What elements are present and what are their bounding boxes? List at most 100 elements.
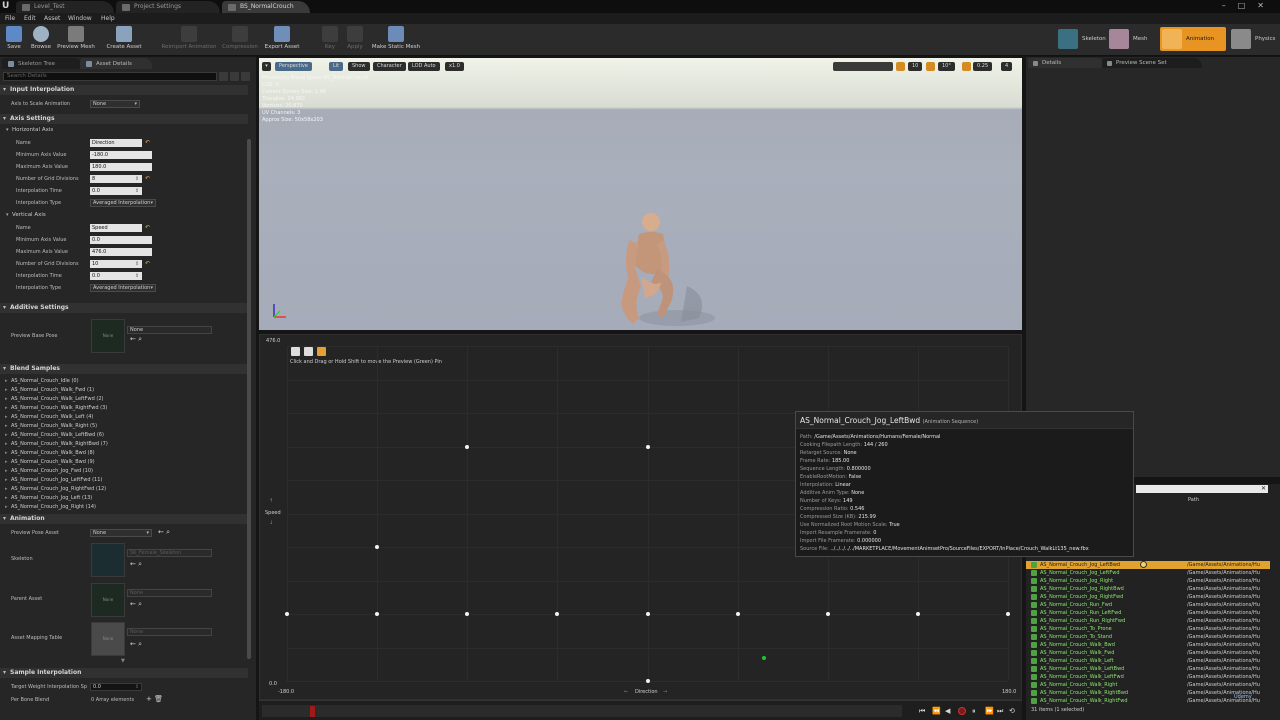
scale-snap-icon[interactable]	[962, 62, 971, 71]
sample-point[interactable]	[285, 612, 289, 616]
sample-point[interactable]	[465, 612, 470, 616]
expand-arrow-icon[interactable]: ▼	[121, 658, 125, 664]
tab-skeleton-tree[interactable]: Skeleton Tree	[2, 58, 82, 69]
section-axis-settings[interactable]: Axis Settings	[0, 114, 248, 124]
grid-toggle-icon[interactable]	[291, 347, 300, 356]
use-selected-arrow-icon[interactable]: ← ⌕	[130, 640, 142, 649]
reimport-animation-button[interactable]: Reimport Animation	[160, 26, 218, 54]
mode-mesh[interactable]: Mesh	[1107, 27, 1159, 51]
v-min-input[interactable]: 0.0	[90, 236, 152, 244]
reset-arrow-icon[interactable]: ↶	[145, 139, 150, 146]
create-asset-button[interactable]: Create Asset	[104, 26, 144, 54]
asset-row[interactable]: AS_Normal_Crouch_Run_Fwd/Game/Assets/Ani…	[1026, 601, 1270, 609]
blend-sample-item[interactable]: AS_Normal_Crouch_Jog_Fwd (10)	[0, 467, 248, 476]
tab-bs-normalcrouch[interactable]: BS_NormalCrouch	[222, 1, 310, 13]
asset-row[interactable]: AS_Normal_Crouch_Walk_LeftBwd/Game/Asset…	[1026, 665, 1270, 673]
h-min-input[interactable]: -180.0	[90, 151, 152, 159]
asset-mapping-dropdown[interactable]: None	[127, 628, 212, 636]
transform-tools[interactable]	[833, 62, 893, 71]
h-interp-type-dropdown[interactable]: Averaged Interpolation	[90, 199, 156, 207]
timeline-playhead[interactable]	[310, 706, 315, 717]
loop-icon[interactable]: ⟲	[1009, 707, 1015, 715]
preview-base-pose-dropdown[interactable]: None	[127, 326, 212, 334]
tooltip-toggle-icon[interactable]	[317, 347, 326, 356]
blend-sample-item[interactable]: AS_Normal_Crouch_Jog_Right (14)	[0, 503, 248, 512]
blend-sample-item[interactable]: AS_Normal_Crouch_Jog_LeftFwd (11)	[0, 476, 248, 485]
menu-help[interactable]: Help	[101, 15, 115, 22]
character-button[interactable]: Character	[373, 62, 406, 71]
tab-details[interactable]: Details	[1028, 58, 1104, 68]
spin-icon[interactable]: ⇕	[135, 273, 140, 279]
reset-arrow-icon[interactable]: ↶	[145, 175, 150, 182]
asset-mapping-thumbnail[interactable]: None	[91, 622, 125, 656]
sample-point[interactable]	[825, 612, 830, 616]
section-sample-interpolation[interactable]: Sample Interpolation	[0, 668, 248, 678]
asset-row[interactable]: AS_Normal_Crouch_Jog_RightFwd/Game/Asset…	[1026, 593, 1270, 601]
sample-point[interactable]	[465, 444, 470, 449]
pause-icon[interactable]: ⏸	[972, 707, 976, 716]
timeline-scrubber[interactable]	[262, 705, 902, 717]
grid-view-icon[interactable]	[230, 72, 239, 81]
parent-asset-thumbnail[interactable]: None	[91, 583, 125, 617]
blend-sample-item[interactable]: AS_Normal_Crouch_Walk_Left (4)	[0, 413, 248, 422]
section-additive-settings[interactable]: Additive Settings	[0, 303, 248, 313]
skeleton-dropdown[interactable]: SK_Female_Skeleton	[127, 549, 212, 557]
menu-edit[interactable]: Edit	[24, 15, 36, 22]
asset-row[interactable]: AS_Normal_Crouch_Walk_Bwd/Game/Assets/An…	[1026, 641, 1270, 649]
show-button[interactable]: Show	[348, 62, 370, 71]
sample-point[interactable]	[915, 612, 920, 616]
preview-base-pose-thumbnail[interactable]: None	[91, 319, 125, 353]
preview-viewport[interactable]: ▾ Perspective Lit Show Character LOD Aut…	[259, 58, 1022, 330]
blend-sample-item[interactable]: AS_Normal_Crouch_Walk_Bwd (8)	[0, 449, 248, 458]
apply-button[interactable]: Apply	[344, 26, 366, 54]
v-interp-type-dropdown[interactable]: Averaged Interpolation	[90, 284, 156, 292]
blend-sample-item[interactable]: AS_Normal_Crouch_Walk_Bwd (9)	[0, 458, 248, 467]
lit-button[interactable]: Lit	[329, 62, 344, 71]
step-forward-icon[interactable]: ⏩	[985, 707, 994, 715]
scale-snap-value[interactable]: 0.25	[973, 62, 993, 71]
spin-icon[interactable]: ⇕	[135, 684, 140, 690]
spin-icon[interactable]: ⇕	[135, 261, 140, 267]
asset-row[interactable]: AS_Normal_Crouch_To_Stand/Game/Assets/An…	[1026, 633, 1270, 641]
record-icon[interactable]	[958, 707, 966, 715]
sample-point[interactable]	[1006, 612, 1010, 616]
blend-sample-item[interactable]: AS_Normal_Crouch_Walk_RightBwd (7)	[0, 440, 248, 449]
use-selected-arrow-icon[interactable]: ← ⌕	[158, 528, 170, 537]
eye-icon[interactable]	[241, 72, 250, 81]
perspective-button[interactable]: Perspective	[275, 62, 312, 71]
rotation-snap-icon[interactable]	[926, 62, 935, 71]
section-blend-samples[interactable]: Blend Samples	[0, 364, 248, 374]
play-reverse-icon[interactable]: ◀	[945, 707, 950, 715]
sample-point[interactable]	[645, 679, 650, 683]
menu-file[interactable]: File	[5, 15, 15, 22]
blend-sample-item[interactable]: AS_Normal_Crouch_Walk_RightFwd (3)	[0, 404, 248, 413]
parent-asset-dropdown[interactable]: None	[127, 589, 212, 597]
preview-pin[interactable]	[761, 655, 766, 660]
browse-button[interactable]: Browse	[28, 26, 54, 54]
compression-button[interactable]: Compression	[220, 26, 260, 54]
triangulation-toggle-icon[interactable]	[304, 347, 313, 356]
mode-physics[interactable]: Physics	[1229, 27, 1280, 51]
lod-auto-button[interactable]: LOD Auto	[408, 62, 440, 71]
vertical-axis-group[interactable]: Vertical Axis	[0, 211, 248, 220]
skip-to-end-icon[interactable]: ⏭	[997, 707, 1003, 716]
asset-row[interactable]: AS_Normal_Crouch_Walk_LeftFwd/Game/Asset…	[1026, 673, 1270, 681]
asset-row[interactable]: AS_Normal_Crouch_Walk_Right/Game/Assets/…	[1026, 681, 1270, 689]
mode-animation[interactable]: Animation	[1160, 27, 1227, 51]
reset-arrow-icon[interactable]: ↶	[145, 224, 150, 231]
sample-point[interactable]	[375, 545, 380, 549]
axis-to-scale-dropdown[interactable]: None	[90, 100, 140, 108]
horizontal-axis-group[interactable]: Horizontal Axis	[0, 126, 248, 135]
tab-level-test[interactable]: Level_Test	[16, 1, 114, 13]
blend-sample-item[interactable]: AS_Normal_Crouch_Idle (0)	[0, 377, 248, 386]
blend-sample-item[interactable]: AS_Normal_Crouch_Walk_Right (5)	[0, 422, 248, 431]
make-static-mesh-button[interactable]: Make Static Mesh	[370, 26, 422, 54]
grid-snap-icon[interactable]	[896, 62, 905, 71]
section-input-interpolation[interactable]: Input Interpolation	[0, 85, 248, 95]
spin-icon[interactable]: ⇕	[135, 176, 140, 182]
tab-asset-details[interactable]: Asset Details	[80, 58, 152, 69]
asset-row[interactable]: AS_Normal_Crouch_Jog_LeftBwd/Game/Assets…	[1026, 561, 1270, 569]
use-selected-arrow-icon[interactable]: ← ⌕	[130, 560, 142, 569]
export-asset-button[interactable]: Export Asset	[262, 26, 302, 54]
use-selected-arrow-icon[interactable]: ← ⌕	[130, 600, 142, 609]
